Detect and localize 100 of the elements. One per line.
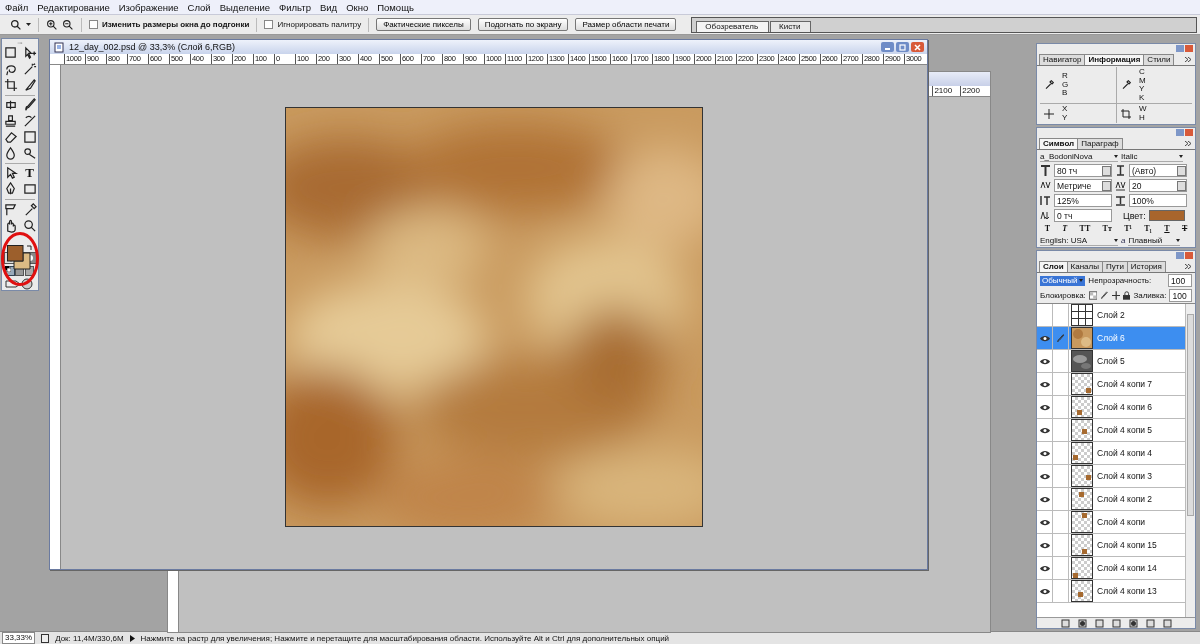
crop-icon[interactable] bbox=[3, 78, 18, 93]
palette-tab[interactable]: Кисти bbox=[770, 20, 812, 32]
toolbar-button[interactable]: Подогнать по экрану bbox=[477, 18, 569, 31]
minimize-button[interactable] bbox=[881, 42, 894, 52]
checkbox[interactable] bbox=[89, 20, 98, 29]
text-color-swatch[interactable] bbox=[1148, 210, 1185, 221]
panel-tab[interactable]: Стили bbox=[1143, 54, 1175, 65]
eye-icon[interactable] bbox=[1039, 380, 1050, 388]
layer-row[interactable]: Слой 2 bbox=[1037, 304, 1185, 327]
wand-icon[interactable] bbox=[22, 62, 37, 77]
triangle-icon[interactable] bbox=[129, 634, 135, 642]
text-style-button[interactable]: Tт bbox=[1102, 224, 1112, 233]
panel-menu-icon[interactable] bbox=[1185, 57, 1192, 62]
menu-item[interactable]: Файл bbox=[5, 1, 29, 13]
eye-icon[interactable] bbox=[1039, 587, 1050, 595]
checkbox[interactable] bbox=[264, 20, 274, 29]
menu-item[interactable]: Слой bbox=[187, 1, 211, 13]
eye-icon[interactable] bbox=[1039, 403, 1050, 411]
eye-icon[interactable] bbox=[1039, 426, 1050, 434]
kerning-field[interactable]: Метриче bbox=[1054, 179, 1112, 192]
magnifier-icon[interactable] bbox=[22, 218, 37, 233]
foreground-color-swatch[interactable] bbox=[7, 244, 24, 262]
leading-field[interactable]: (Авто) bbox=[1129, 164, 1187, 177]
language-dropdown[interactable]: English: USA bbox=[1040, 235, 1118, 246]
screen-mode-icon[interactable] bbox=[5, 266, 35, 276]
lock-icon[interactable] bbox=[1122, 291, 1131, 300]
lasso-icon[interactable] bbox=[3, 62, 18, 77]
text-style-button[interactable]: T¹ bbox=[1124, 224, 1132, 233]
antialias-dropdown[interactable]: Плавный bbox=[1128, 235, 1181, 246]
toolbar-button[interactable]: Фактические пикселы bbox=[376, 18, 471, 31]
menu-item[interactable]: Помощь bbox=[377, 1, 414, 13]
adjustment-icon[interactable] bbox=[1128, 618, 1138, 628]
eye-icon[interactable] bbox=[1039, 518, 1050, 526]
panel-menu-icon[interactable] bbox=[1185, 264, 1192, 269]
caret-icon[interactable] bbox=[26, 23, 31, 26]
dodge-icon[interactable] bbox=[22, 146, 37, 161]
eye-icon[interactable] bbox=[1039, 357, 1050, 365]
blend-mode-dropdown[interactable]: Обычный bbox=[1040, 275, 1086, 286]
eye-icon[interactable] bbox=[1039, 449, 1050, 457]
menu-item[interactable]: Фильтр bbox=[279, 1, 311, 13]
text-style-button[interactable]: T bbox=[1164, 224, 1170, 233]
text-style-button[interactable]: T bbox=[1062, 224, 1068, 233]
trash-icon[interactable] bbox=[1162, 618, 1172, 628]
text-style-button[interactable]: TT bbox=[1079, 224, 1091, 233]
menu-item[interactable]: Окно bbox=[346, 1, 369, 13]
stamp-icon[interactable] bbox=[3, 114, 18, 129]
layer-row[interactable]: Слой 4 копи 4 bbox=[1037, 442, 1185, 465]
eye-icon[interactable] bbox=[1039, 564, 1050, 572]
folder-icon[interactable] bbox=[1111, 618, 1121, 628]
panel-tab[interactable]: Навигатор bbox=[1039, 54, 1086, 65]
layer-row[interactable]: Слой 4 копи 2 bbox=[1037, 488, 1185, 511]
palette-tab[interactable]: Обозреватель bbox=[696, 20, 770, 32]
panel-menu-icon[interactable] bbox=[1185, 141, 1192, 146]
drop-icon[interactable] bbox=[3, 146, 18, 161]
close-button[interactable] bbox=[911, 42, 924, 52]
panel-tab[interactable]: Символ bbox=[1039, 138, 1079, 149]
jump-to-icon[interactable] bbox=[5, 278, 35, 290]
layer-row[interactable]: Слой 4 копи 3 bbox=[1037, 465, 1185, 488]
layer-row[interactable]: Слой 4 копи 7 bbox=[1037, 373, 1185, 396]
brush-icon[interactable] bbox=[1100, 291, 1109, 300]
layer-row[interactable]: Слой 4 копи bbox=[1037, 511, 1185, 534]
note-icon[interactable] bbox=[3, 202, 18, 217]
vertical-scale-field[interactable]: 125% bbox=[1054, 194, 1112, 207]
background-color-swatch[interactable] bbox=[13, 252, 31, 270]
knife-icon[interactable] bbox=[22, 78, 37, 93]
panel-tab[interactable]: Слои bbox=[1039, 261, 1068, 272]
toolbar-button[interactable]: Размер области печати bbox=[575, 18, 677, 31]
layer-row[interactable]: Слой 4 копи 6 bbox=[1037, 396, 1185, 419]
move-icon[interactable] bbox=[22, 46, 37, 61]
fill-field[interactable]: 100 bbox=[1169, 289, 1192, 302]
scrollbar[interactable] bbox=[1185, 304, 1195, 617]
move-icon[interactable] bbox=[1111, 291, 1120, 300]
font-dropdown[interactable]: a_BodoniNova bbox=[1040, 151, 1118, 162]
horizontal-scale-field[interactable]: 100% bbox=[1129, 194, 1187, 207]
layer-row[interactable]: Слой 4 копи 5 bbox=[1037, 419, 1185, 442]
eye-icon[interactable] bbox=[1039, 472, 1050, 480]
default-colors-icon[interactable] bbox=[5, 265, 11, 272]
pen-icon[interactable] bbox=[3, 182, 18, 197]
maximize-button[interactable] bbox=[896, 42, 909, 52]
rectangle-icon[interactable] bbox=[22, 182, 37, 197]
tracking-field[interactable]: 20 bbox=[1129, 179, 1187, 192]
menu-item[interactable]: Изображение bbox=[118, 1, 179, 13]
zoom-field[interactable]: 33,33% bbox=[2, 632, 36, 644]
text-style-button[interactable]: T bbox=[1181, 224, 1188, 233]
panel-tab[interactable]: История bbox=[1126, 261, 1166, 272]
menu-item[interactable]: Выделение bbox=[219, 1, 271, 13]
font-size-field[interactable]: 80 тч bbox=[1054, 164, 1112, 177]
zoom-in-icon[interactable] bbox=[46, 18, 58, 31]
type-tool[interactable]: T bbox=[22, 166, 37, 181]
layer-row[interactable]: Слой 4 копи 15 bbox=[1037, 534, 1185, 557]
style-dropdown[interactable]: Italic bbox=[1121, 151, 1183, 162]
menu-item[interactable]: Редактирование bbox=[37, 1, 110, 13]
baseline-field[interactable]: 0 тч bbox=[1054, 209, 1112, 222]
opacity-field[interactable]: 100 bbox=[1168, 274, 1192, 287]
layer-row[interactable]: Слой 4 копи 14 bbox=[1037, 557, 1185, 580]
panel-tab[interactable]: Информация bbox=[1084, 54, 1145, 65]
eraser-icon[interactable] bbox=[3, 130, 18, 145]
panel-tab[interactable]: Каналы bbox=[1066, 261, 1103, 272]
lock-transparency-icon[interactable] bbox=[1088, 291, 1098, 300]
layer-row[interactable]: Слой 4 копи 13 bbox=[1037, 580, 1185, 603]
